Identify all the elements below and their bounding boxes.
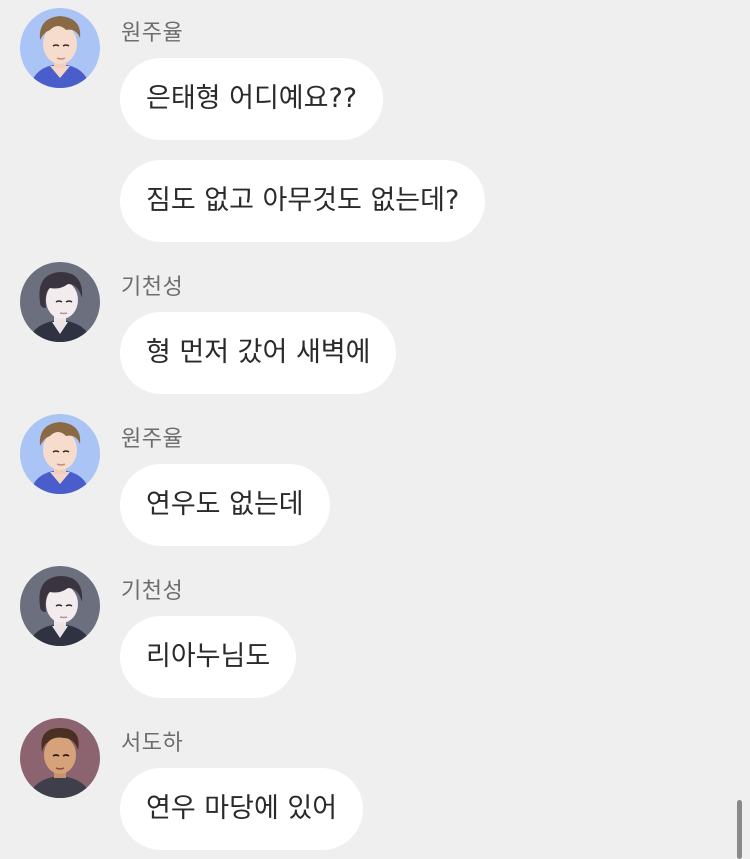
gicheonseong-avatar-icon[interactable] (20, 262, 100, 342)
message-bubble[interactable]: 리아누님도 (120, 616, 297, 698)
gicheonseong-avatar-icon[interactable] (20, 566, 100, 646)
wonjuyul-avatar-icon[interactable] (20, 414, 100, 494)
wonjuyul-avatar-icon[interactable] (20, 8, 100, 88)
sender-name: 서도하 (121, 731, 184, 756)
sender-name: 원주율 (121, 427, 184, 452)
message-bubble[interactable]: 형 먼저 갔어 새벽에 (120, 312, 397, 394)
message-bubble[interactable]: 은태형 어디예요?? (120, 58, 384, 140)
sender-name: 기천성 (121, 579, 184, 604)
message-bubble[interactable]: 짐도 없고 아무것도 없는데? (120, 160, 486, 242)
chat-log: 원주율 은태형 어디예요?? 짐도 없고 아무것도 없는데? 기천성 형 먼저 … (0, 0, 750, 859)
sender-name: 원주율 (121, 21, 184, 46)
message-bubble[interactable]: 연우도 없는데 (120, 464, 330, 546)
sender-name: 기천성 (121, 275, 184, 300)
scrollbar[interactable] (737, 800, 742, 859)
message-bubble[interactable]: 연우 마당에 있어 (120, 768, 364, 850)
seodoha-avatar-icon[interactable] (20, 718, 100, 798)
